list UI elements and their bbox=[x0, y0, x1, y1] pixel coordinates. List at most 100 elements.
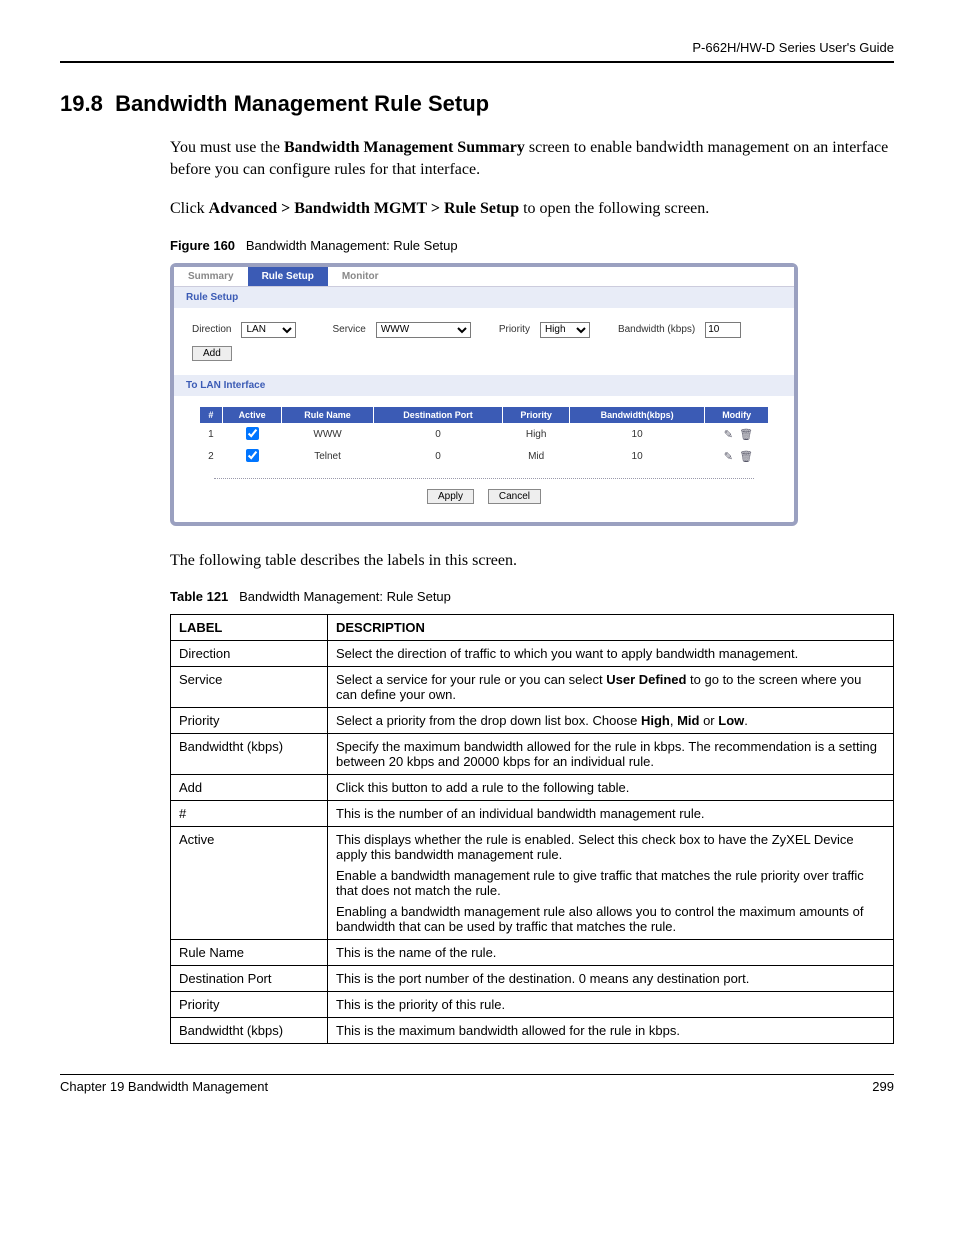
panel-rule-setup: Rule Setup bbox=[174, 287, 794, 308]
col-num: # bbox=[199, 406, 222, 423]
cell-label: Priority bbox=[171, 708, 328, 734]
col-label: LABEL bbox=[171, 615, 328, 641]
cell-label: Rule Name bbox=[171, 940, 328, 966]
direction-label: Direction bbox=[192, 324, 231, 335]
table-label: Table 121 bbox=[170, 589, 228, 604]
cell-desc: Select a service for your rule or you ca… bbox=[328, 667, 894, 708]
bold-text: Low bbox=[718, 713, 744, 728]
text: , bbox=[670, 713, 677, 728]
cell-desc: This is the priority of this rule. bbox=[328, 992, 894, 1018]
cell-priority: Mid bbox=[503, 446, 570, 468]
text: or bbox=[699, 713, 718, 728]
cell-priority: High bbox=[503, 423, 570, 446]
section-number: 19.8 bbox=[60, 91, 103, 116]
footer-chapter: Chapter 19 Bandwidth Management bbox=[60, 1079, 268, 1094]
desc-row-bandwidth: Bandwidtht (kbps) Specify the maximum ba… bbox=[171, 734, 894, 775]
direction-select[interactable]: LAN bbox=[241, 322, 296, 338]
section-title: Bandwidth Management Rule Setup bbox=[115, 91, 489, 116]
bold-text: User Defined bbox=[606, 672, 686, 687]
cell-label: Direction bbox=[171, 641, 328, 667]
desc-row-bandwidth-2: Bandwidtht (kbps) This is the maximum ba… bbox=[171, 1018, 894, 1044]
cancel-button[interactable]: Cancel bbox=[488, 489, 541, 504]
delete-icon[interactable]: 🗑 bbox=[739, 451, 751, 463]
col-bandwidth: Bandwidth(kbps) bbox=[570, 406, 705, 423]
cell-label: Add bbox=[171, 775, 328, 801]
table-title: Bandwidth Management: Rule Setup bbox=[239, 589, 451, 604]
cell-desc: This is the maximum bandwidth allowed fo… bbox=[328, 1018, 894, 1044]
cell-dport: 0 bbox=[373, 446, 502, 468]
active-checkbox[interactable] bbox=[246, 427, 259, 440]
cell-label: Bandwidtht (kbps) bbox=[171, 734, 328, 775]
footer-page: 299 bbox=[872, 1079, 894, 1094]
active-checkbox[interactable] bbox=[246, 449, 259, 462]
text: This displays whether the rule is enable… bbox=[336, 832, 885, 862]
cell-label: Destination Port bbox=[171, 966, 328, 992]
text: Enable a bandwidth management rule to gi… bbox=[336, 868, 885, 898]
text: to open the following screen. bbox=[519, 200, 709, 217]
cell-rule: Telnet bbox=[282, 446, 374, 468]
cell-desc: This is the number of an individual band… bbox=[328, 801, 894, 827]
screenshot-panel: Summary Rule Setup Monitor Rule Setup Di… bbox=[170, 263, 798, 526]
bold-text: Advanced > Bandwidth MGMT > Rule Setup bbox=[209, 200, 519, 217]
text: Select a priority from the drop down lis… bbox=[336, 713, 641, 728]
cell-desc: Specify the maximum bandwidth allowed fo… bbox=[328, 734, 894, 775]
col-destination-port: Destination Port bbox=[373, 406, 502, 423]
service-label: Service bbox=[332, 324, 365, 335]
cell-num: 1 bbox=[199, 423, 222, 446]
table-row: 2 Telnet 0 Mid 10 ✎ 🗑 bbox=[199, 446, 768, 468]
cell-desc: This is the port number of the destinati… bbox=[328, 966, 894, 992]
text: Enabling a bandwidth management rule als… bbox=[336, 904, 885, 934]
col-rule-name: Rule Name bbox=[282, 406, 374, 423]
cell-modify: ✎ 🗑 bbox=[705, 446, 769, 468]
panel-to-lan: To LAN Interface bbox=[174, 375, 794, 396]
cell-bw: 10 bbox=[570, 446, 705, 468]
header-rule bbox=[60, 61, 894, 63]
cell-label: Bandwidtht (kbps) bbox=[171, 1018, 328, 1044]
cell-desc: Select the direction of traffic to which… bbox=[328, 641, 894, 667]
priority-label: Priority bbox=[499, 324, 530, 335]
table-row: 1 WWW 0 High 10 ✎ 🗑 bbox=[199, 423, 768, 446]
bandwidth-input[interactable] bbox=[705, 322, 741, 338]
action-row: Apply Cancel bbox=[174, 483, 794, 522]
tab-bar: Summary Rule Setup Monitor bbox=[174, 267, 794, 287]
cell-desc: Select a priority from the drop down lis… bbox=[328, 708, 894, 734]
apply-button[interactable]: Apply bbox=[427, 489, 474, 504]
cell-label: Service bbox=[171, 667, 328, 708]
tab-rule-setup[interactable]: Rule Setup bbox=[248, 267, 328, 286]
section-heading: 19.8 Bandwidth Management Rule Setup bbox=[60, 91, 894, 117]
figure-caption: Figure 160 Bandwidth Management: Rule Se… bbox=[170, 238, 894, 253]
intro-paragraph-2: Click Advanced > Bandwidth MGMT > Rule S… bbox=[170, 198, 894, 220]
cell-desc: This displays whether the rule is enable… bbox=[328, 827, 894, 940]
cell-desc: Click this button to add a rule to the f… bbox=[328, 775, 894, 801]
rule-form-row: Direction LAN Service WWW Priority High … bbox=[174, 308, 794, 375]
tab-summary[interactable]: Summary bbox=[174, 267, 248, 286]
intro-paragraph-1: You must use the Bandwidth Management Su… bbox=[170, 137, 894, 180]
cell-active bbox=[222, 446, 281, 468]
separator bbox=[214, 478, 754, 479]
cell-label: Active bbox=[171, 827, 328, 940]
rules-table: # Active Rule Name Destination Port Prio… bbox=[199, 406, 769, 468]
service-select[interactable]: WWW bbox=[376, 322, 471, 338]
cell-desc: This is the name of the rule. bbox=[328, 940, 894, 966]
delete-icon[interactable]: 🗑 bbox=[739, 429, 751, 441]
cell-active bbox=[222, 423, 281, 446]
desc-row-active: Active This displays whether the rule is… bbox=[171, 827, 894, 940]
text: You must use the bbox=[170, 139, 284, 156]
description-table: LABEL DESCRIPTION Direction Select the d… bbox=[170, 614, 894, 1044]
footer: Chapter 19 Bandwidth Management 299 bbox=[60, 1074, 894, 1094]
cell-num: 2 bbox=[199, 446, 222, 468]
bandwidth-label: Bandwidth (kbps) bbox=[618, 324, 695, 335]
edit-icon[interactable]: ✎ bbox=[722, 451, 734, 463]
edit-icon[interactable]: ✎ bbox=[722, 429, 734, 441]
priority-select[interactable]: High bbox=[540, 322, 590, 338]
text: Click bbox=[170, 200, 209, 217]
col-description: DESCRIPTION bbox=[328, 615, 894, 641]
text: Select a service for your rule or you ca… bbox=[336, 672, 606, 687]
desc-row-rule-name: Rule Name This is the name of the rule. bbox=[171, 940, 894, 966]
add-button[interactable]: Add bbox=[192, 346, 232, 361]
text: . bbox=[744, 713, 748, 728]
col-modify: Modify bbox=[705, 406, 769, 423]
header-guide-title: P-662H/HW-D Series User's Guide bbox=[60, 40, 894, 55]
desc-row-service: Service Select a service for your rule o… bbox=[171, 667, 894, 708]
tab-monitor[interactable]: Monitor bbox=[328, 267, 393, 286]
